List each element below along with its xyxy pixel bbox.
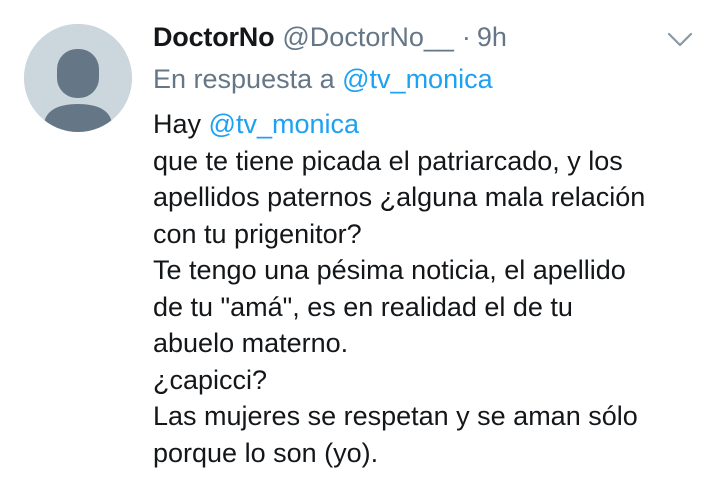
reply-prefix: En respuesta a — [153, 64, 335, 94]
tweet-text-line: Las mujeres se respetan y se aman sólo — [153, 401, 638, 431]
tweet-text: Hay @tv_monica que te tiene picada el pa… — [153, 106, 703, 471]
tweet-text-line: que te tiene picada el patriarcado, y lo… — [153, 145, 623, 176]
display-name[interactable]: DoctorNo — [153, 18, 275, 56]
reply-context: En respuesta a @tv_monica — [153, 60, 703, 98]
tweet-text-line: apellidos paternos ¿alguna mala relación — [153, 182, 646, 212]
tweet-text-line: Hay @tv_monica — [153, 106, 703, 143]
default-avatar-icon — [24, 24, 132, 132]
chevron-down-icon[interactable] — [667, 32, 693, 48]
tweet-timestamp[interactable]: 9h — [477, 18, 507, 56]
tweet-text-greeting: Hay — [153, 109, 202, 139]
tweet-text-line: abuelo materno. — [153, 328, 349, 358]
tweet[interactable]: DoctorNo @DoctorNo__ · 9h En respuesta a… — [0, 0, 720, 504]
tweet-text-line: ¿capicci? — [153, 364, 268, 395]
tweet-text-line: porque lo son (yo). — [153, 437, 379, 468]
separator-dot: · — [461, 22, 471, 52]
tweet-text-line: Te tengo una pésima noticia, el apellido — [153, 255, 626, 285]
user-handle[interactable]: @DoctorNo__ — [282, 18, 453, 56]
tweet-header: DoctorNo @DoctorNo__ · 9h — [153, 18, 703, 56]
tweet-text-line: con tu prigenitor? — [153, 218, 362, 249]
avatar[interactable] — [24, 24, 132, 132]
reply-mention-link[interactable]: @tv_monica — [342, 64, 492, 94]
body-mention-link[interactable]: @tv_monica — [209, 109, 359, 139]
tweet-content: DoctorNo @DoctorNo__ · 9h En respuesta a… — [153, 18, 703, 471]
tweet-text-line: de tu "amá", es en realidad el de tu — [153, 291, 573, 322]
